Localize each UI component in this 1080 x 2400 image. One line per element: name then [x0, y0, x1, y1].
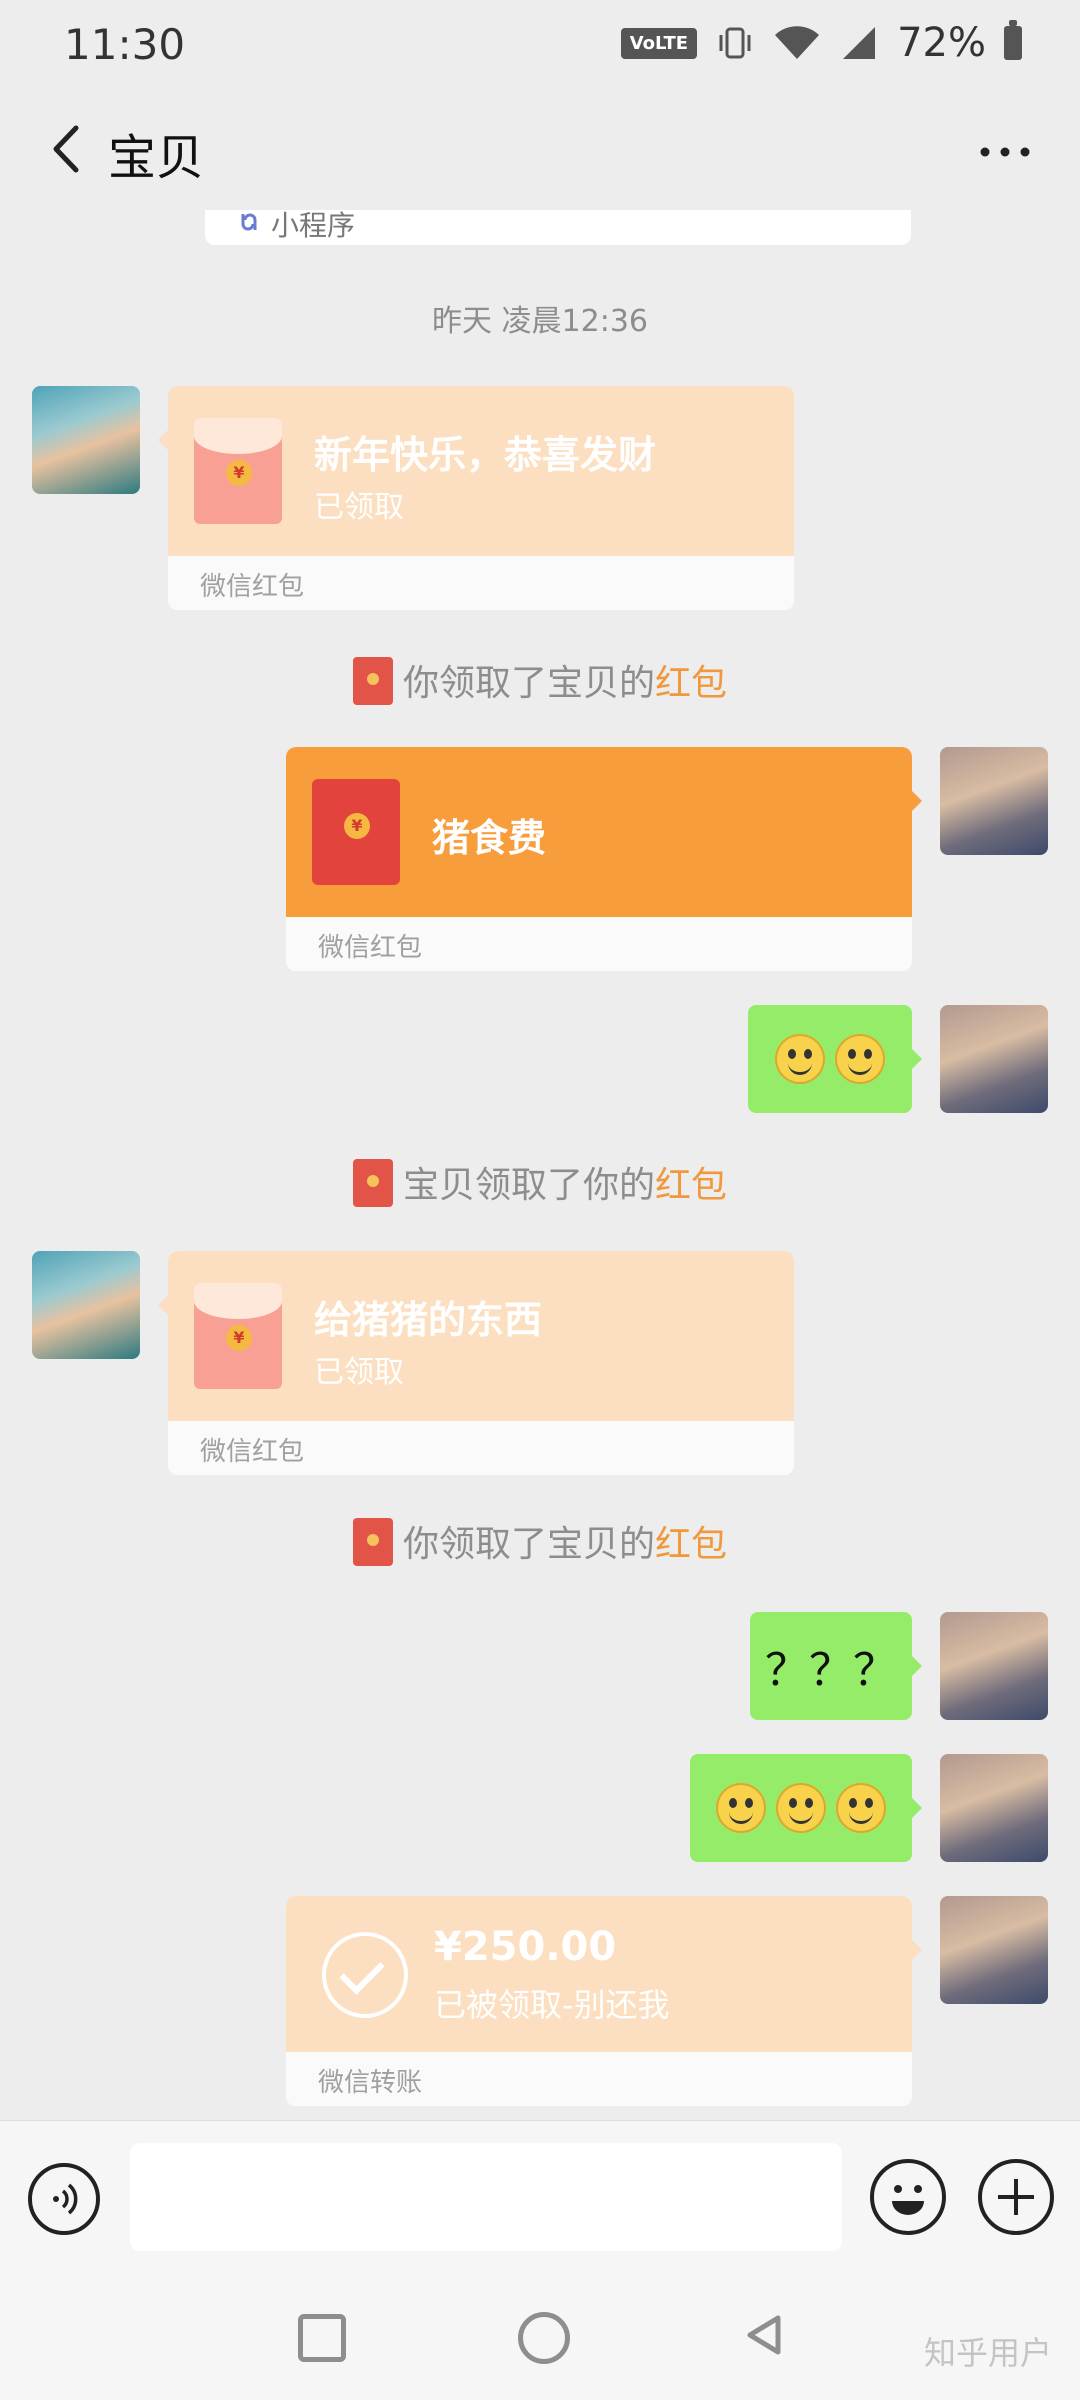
transfer-footer-label: 微信转账 — [318, 2068, 423, 2098]
bubble-tail — [912, 1656, 922, 1676]
bubble-tail — [158, 1295, 168, 1315]
more-options-icon[interactable] — [970, 122, 1040, 182]
status-bar: 11:30 VoLTE 72% — [0, 0, 1080, 92]
mini-program-label: 小程序 — [271, 210, 356, 242]
smile-emoji-icon — [835, 1034, 885, 1084]
voice-icon — [53, 2183, 78, 2215]
status-time: 11:30 — [64, 20, 186, 69]
bubble-tail — [912, 1798, 922, 1818]
input-bar — [0, 2120, 1080, 2281]
system-message-text: 你领取了宝贝的 — [402, 1524, 655, 1565]
mini-program-icon — [241, 213, 257, 231]
bubble-tail — [912, 1049, 922, 1069]
voice-input-button[interactable] — [28, 2163, 100, 2235]
message-input[interactable] — [130, 2143, 842, 2251]
timestamp-divider: 昨天 凌晨12:36 — [432, 304, 648, 339]
transfer-card[interactable]: ¥250.00 已被领取-别还我 微信转账 — [286, 1896, 912, 2106]
more-functions-button[interactable] — [978, 2159, 1054, 2235]
avatar[interactable] — [940, 1754, 1048, 1862]
red-packet-link[interactable]: 红包 — [655, 1524, 727, 1565]
red-packet-status: 已领取 — [314, 490, 404, 525]
red-packet-envelope-icon: ¥ — [312, 779, 400, 885]
red-packet-footer: 微信红包 — [286, 917, 912, 971]
chat-title: 宝贝 — [108, 130, 205, 186]
red-packet-link[interactable]: 红包 — [655, 1165, 727, 1206]
red-packet-card[interactable]: ¥ 猪食费 微信红包 — [286, 747, 912, 971]
red-packet-body: ¥ 新年快乐，恭喜发财 已领取 — [168, 386, 794, 556]
red-packet-title: 新年快乐，恭喜发财 — [314, 433, 657, 477]
back-arrow-icon[interactable] — [40, 114, 100, 184]
chat-list[interactable]: 小程序 昨天 凌晨12:36 ¥ 新年快乐，恭喜发财 已领取 微信红包 你领取了… — [0, 210, 1080, 2120]
emoji-message-bubble[interactable] — [690, 1754, 912, 1862]
wifi-icon — [775, 26, 820, 59]
vibrate-icon — [719, 27, 751, 59]
yuan-coin-icon: ¥ — [226, 1325, 252, 1351]
red-packet-footer-label: 微信红包 — [200, 572, 305, 602]
avatar[interactable] — [940, 1005, 1048, 1113]
red-packet-icon — [352, 1159, 393, 1207]
red-packet-body: ¥ 给猪猪的东西 已领取 — [168, 1251, 794, 1421]
text-message-bubble[interactable]: ？？？ — [750, 1612, 912, 1720]
check-circle-icon — [322, 1932, 408, 2018]
system-message: 你领取了宝贝的红包 — [0, 1515, 1080, 1567]
red-packet-title: 猪食费 — [432, 816, 547, 860]
system-message: 宝贝领取了你的红包 — [0, 1156, 1080, 1208]
red-packet-icon — [352, 1518, 393, 1566]
red-packet-envelope-icon: ¥ — [194, 1283, 282, 1389]
emoji-message-bubble[interactable] — [748, 1005, 912, 1113]
smile-emoji-icon — [716, 1783, 766, 1833]
mini-program-card[interactable]: 小程序 — [205, 210, 911, 245]
avatar[interactable] — [940, 1612, 1048, 1720]
system-navigation-bar: 知乎用户 — [0, 2280, 1080, 2400]
avatar[interactable] — [940, 747, 1048, 855]
red-packet-footer-label: 微信红包 — [318, 933, 423, 963]
red-packet-footer: 微信红包 — [168, 556, 794, 610]
bubble-tail — [912, 1940, 922, 1960]
home-button[interactable] — [518, 2312, 570, 2364]
watermark: 知乎用户 — [923, 2334, 1052, 2372]
transfer-footer: 微信转账 — [286, 2052, 912, 2106]
emoji-button[interactable] — [870, 2159, 946, 2235]
yuan-coin-icon: ¥ — [344, 813, 370, 839]
avatar[interactable] — [32, 1251, 140, 1359]
red-packet-envelope-icon: ¥ — [194, 418, 282, 524]
battery-icon — [1004, 20, 1022, 60]
transfer-body: ¥250.00 已被领取-别还我 — [286, 1896, 912, 2052]
plus-icon — [998, 2179, 1034, 2215]
system-message: 你领取了宝贝的红包 — [0, 654, 1080, 706]
red-packet-footer: 微信红包 — [168, 1421, 794, 1475]
volte-badge: VoLTE — [620, 27, 698, 59]
chat-header: 宝贝 — [0, 92, 1080, 210]
red-packet-link[interactable]: 红包 — [655, 663, 727, 704]
status-icons: VoLTE 72% — [620, 20, 1022, 66]
bubble-tail — [158, 430, 168, 450]
smile-emoji-icon — [776, 1783, 826, 1833]
red-packet-title: 给猪猪的东西 — [314, 1298, 543, 1342]
yuan-coin-icon: ¥ — [226, 460, 252, 486]
avatar[interactable] — [32, 386, 140, 494]
bubble-tail — [912, 791, 922, 811]
smiley-face-icon — [892, 2185, 924, 2215]
nav-back-icon[interactable] — [742, 2312, 786, 2358]
red-packet-card[interactable]: ¥ 给猪猪的东西 已领取 微信红包 — [168, 1251, 794, 1475]
transfer-note: 已被领取-别还我 — [434, 1986, 670, 2024]
red-packet-body: ¥ 猪食费 — [286, 747, 912, 917]
recents-button[interactable] — [298, 2314, 346, 2362]
red-packet-icon — [352, 657, 393, 705]
smile-emoji-icon — [775, 1034, 825, 1084]
smile-emoji-icon — [836, 1783, 886, 1833]
red-packet-card[interactable]: ¥ 新年快乐，恭喜发财 已领取 微信红包 — [168, 386, 794, 610]
system-message-text: 宝贝领取了你的 — [402, 1165, 655, 1206]
red-packet-footer-label: 微信红包 — [200, 1437, 305, 1467]
transfer-amount: ¥250.00 — [434, 1924, 617, 1970]
red-packet-status: 已领取 — [314, 1355, 404, 1390]
signal-icon — [843, 27, 876, 59]
battery-text: 72% — [897, 20, 986, 66]
avatar[interactable] — [940, 1896, 1048, 2004]
system-message-text: 你领取了宝贝的 — [402, 663, 655, 704]
